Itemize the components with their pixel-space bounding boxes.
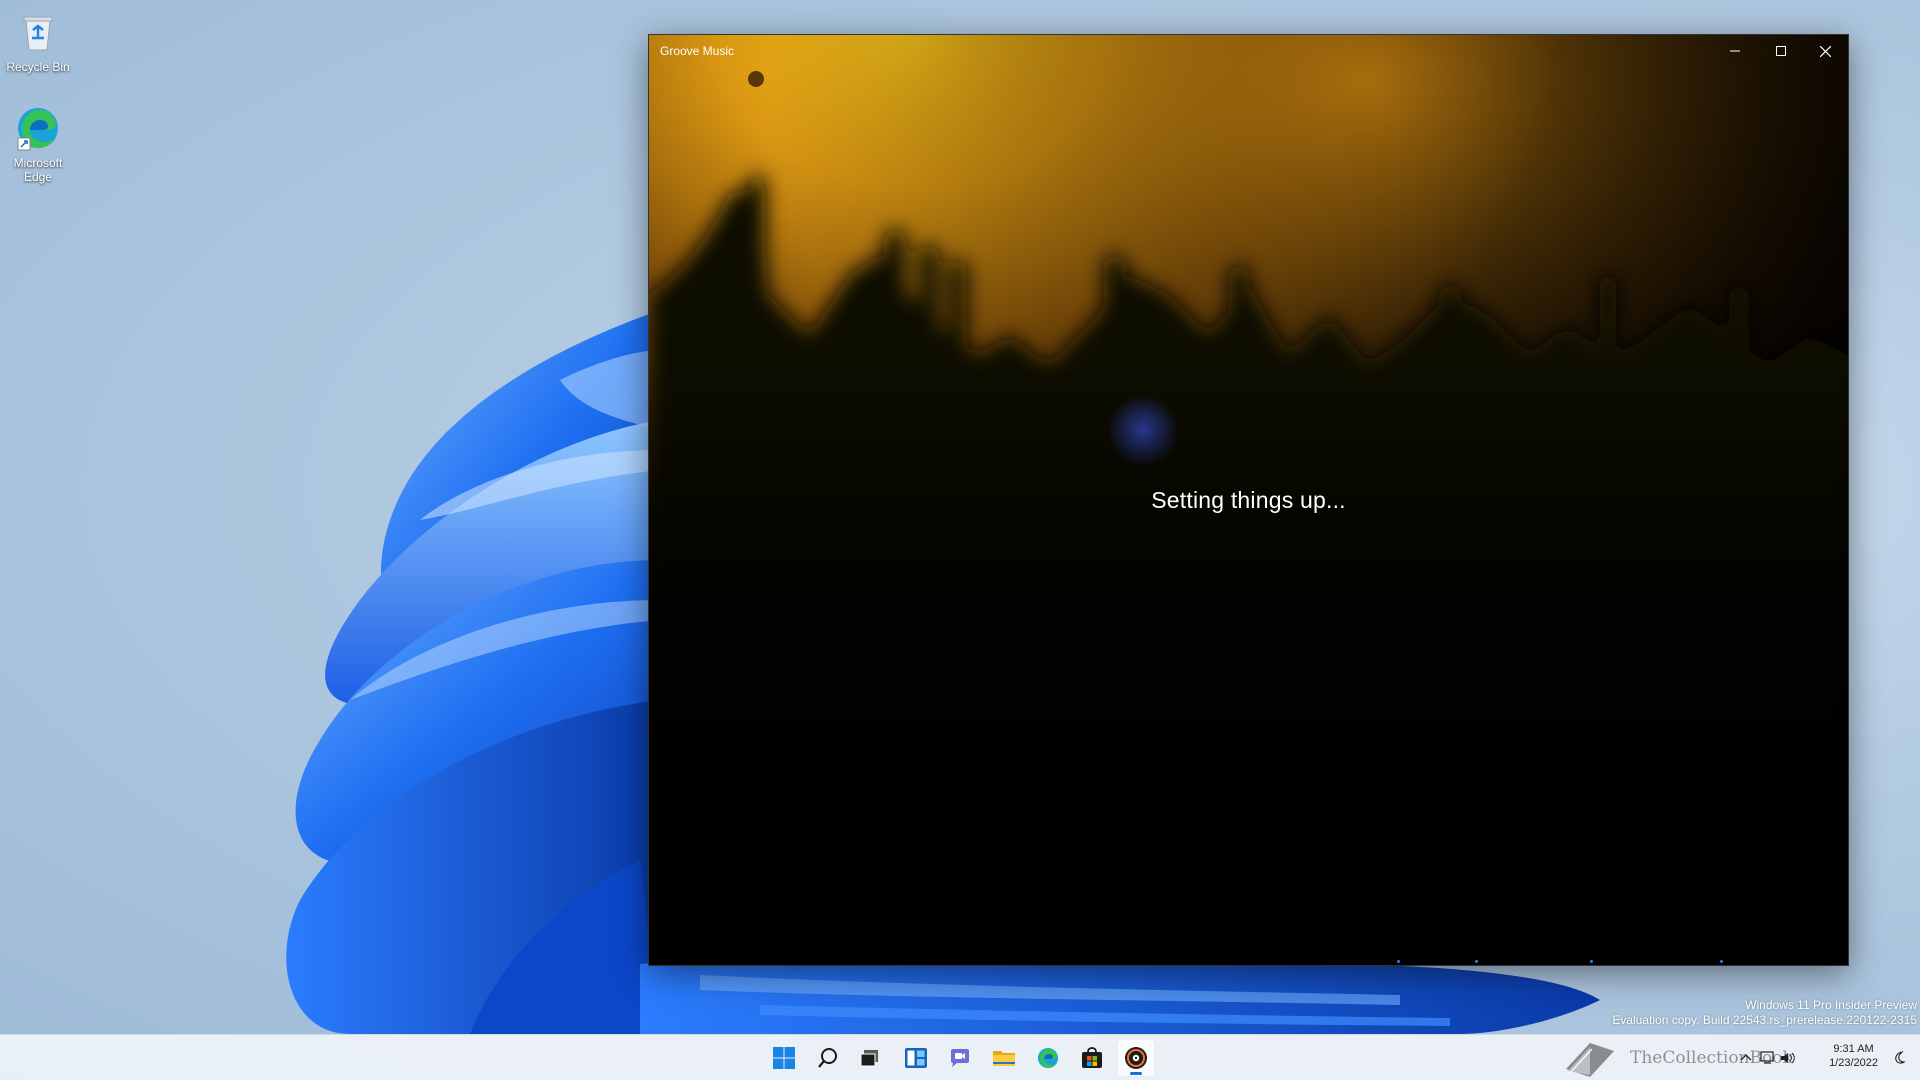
- system-tray: TheCollectionBook 9:31 AM 1/23/2022: [1566, 1035, 1920, 1080]
- store-icon: [1082, 1047, 1102, 1068]
- taskbar-start-button[interactable]: [766, 1040, 802, 1076]
- taskbar-groove-music-button[interactable]: [1118, 1040, 1154, 1076]
- search-icon: [818, 1048, 837, 1068]
- taskbar-store-button[interactable]: [1074, 1040, 1110, 1076]
- watermark-line-edition: Windows 11 Pro Insider Preview: [1745, 998, 1917, 1012]
- recycle-bin-icon: [23, 16, 53, 51]
- maximize-button[interactable]: [1758, 35, 1804, 67]
- close-button[interactable]: [1802, 35, 1848, 67]
- taskbar-file-explorer-button[interactable]: [986, 1040, 1022, 1076]
- volume-icon: [1781, 1052, 1795, 1064]
- groove-music-icon: [1125, 1047, 1147, 1069]
- progress-dot: [1720, 960, 1723, 963]
- tray-network-button[interactable]: [1760, 1050, 1776, 1066]
- book-icon: [1566, 1043, 1614, 1077]
- widgets-icon: [905, 1048, 927, 1068]
- taskbar-task-view-button[interactable]: [852, 1040, 888, 1076]
- taskbar-search-button[interactable]: [810, 1040, 846, 1076]
- network-icon: [1760, 1051, 1774, 1064]
- progress-dot: [1475, 960, 1478, 963]
- taskbar-clock[interactable]: 9:31 AM 1/23/2022: [1829, 1042, 1878, 1070]
- desktop-icon-recycle-bin[interactable]: Recycle Bin: [0, 8, 76, 74]
- task-view-icon: [860, 1050, 878, 1067]
- progress-dot: [1590, 960, 1593, 963]
- clock-date: 1/23/2022: [1829, 1057, 1878, 1069]
- groove-music-window[interactable]: Groove Music Setting things up...: [648, 34, 1849, 966]
- loading-status-text: Setting things up...: [1151, 487, 1346, 513]
- edge-icon: [17, 108, 58, 151]
- desktop-icon-label: Microsoft Edge: [13, 156, 63, 184]
- window-title: Groove Music: [660, 44, 735, 58]
- clock-time: 9:31 AM: [1833, 1043, 1874, 1055]
- build-watermark: Windows 11 Pro Insider Preview Evaluatio…: [1612, 998, 1917, 1028]
- taskbar-widgets-button[interactable]: [898, 1040, 934, 1076]
- taskbar: TheCollectionBook 9:31 AM 1/23/2022: [0, 1034, 1920, 1080]
- minimize-icon: [1730, 50, 1740, 52]
- chat-icon: [951, 1049, 969, 1067]
- folder-icon: [993, 1051, 1015, 1066]
- taskbar-edge-button[interactable]: [1030, 1040, 1066, 1076]
- desktop: Recycle Bin Microsoft Edge Groove Music …: [0, 0, 1920, 1080]
- desktop-icon-edge[interactable]: Microsoft Edge: [0, 104, 76, 184]
- tray-overflow-button[interactable]: [1738, 1050, 1754, 1066]
- watermark-line-build: Evaluation copy. Build 22543.rs_prerelea…: [1612, 1013, 1917, 1027]
- desktop-icon-label: Recycle Bin: [6, 60, 70, 74]
- maximize-icon: [1776, 46, 1786, 56]
- title-bar[interactable]: Groove Music: [649, 35, 1848, 67]
- taskbar-chat-button[interactable]: [942, 1040, 978, 1076]
- progress-dot: [1397, 960, 1400, 963]
- windows-logo-icon: [773, 1047, 795, 1069]
- close-icon: [1819, 45, 1831, 57]
- notification-moon-icon: [1895, 1051, 1906, 1064]
- edge-icon: [1038, 1048, 1058, 1068]
- chevron-up-icon: [1740, 1054, 1752, 1061]
- minimize-button[interactable]: [1712, 35, 1758, 67]
- tray-volume-button[interactable]: [1780, 1050, 1796, 1066]
- active-app-indicator: [1130, 1072, 1142, 1075]
- tray-notifications-button[interactable]: [1892, 1050, 1908, 1066]
